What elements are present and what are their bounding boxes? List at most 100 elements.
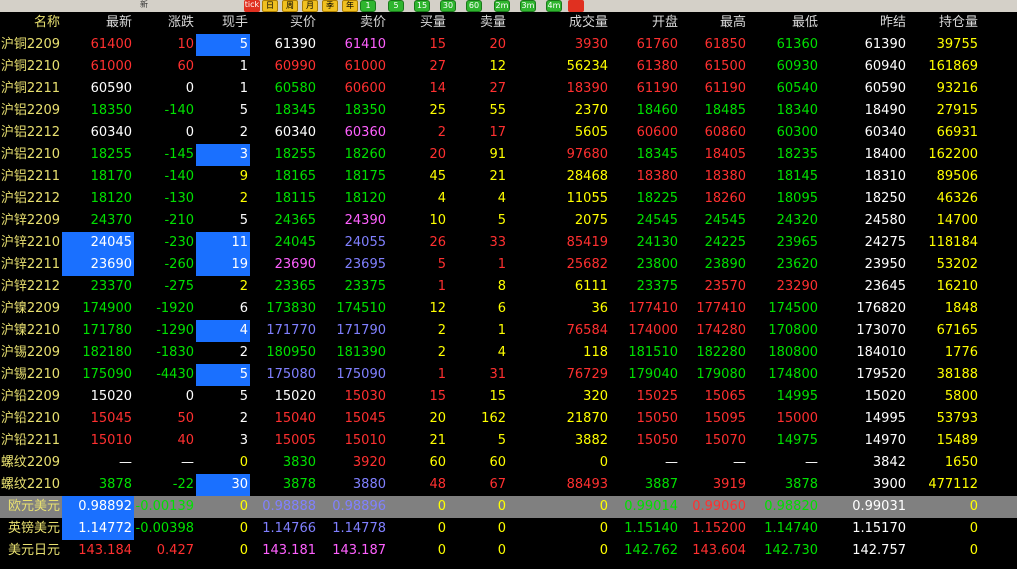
quote-cell: 3919 <box>712 477 746 492</box>
quote-cell: 1.15170 <box>852 521 906 536</box>
table-row[interactable]: 沪铜2210 61000 60 1 60990 61000 27 12 56234 61380 61… <box>0 56 1017 78</box>
column-header[interactable]: 涨跌 <box>134 12 196 34</box>
quote-cell: 143.184 <box>78 543 132 558</box>
column-header[interactable]: 昨结 <box>820 12 908 34</box>
season-icon[interactable]: 季 <box>322 0 338 12</box>
column-header[interactable]: 持仓量 <box>908 12 980 34</box>
quote-cell: 27915 <box>936 103 978 118</box>
quote-cell: 179080 <box>696 367 746 382</box>
quote-cell: 174500 <box>768 301 818 316</box>
table-row[interactable]: 沪锌2210 24045 -230 11 24045 24055 26 33 85419 2413… <box>0 232 1017 254</box>
calendar-icon[interactable] <box>568 0 584 12</box>
table-row[interactable]: 沪锌2209 24370 -210 5 24365 24390 10 5 2075 24545 24… <box>0 210 1017 232</box>
quote-cell: 76729 <box>566 367 608 382</box>
table-row[interactable]: 螺纹2209 — — 0 3830 3920 60 60 0 — — — 3842 1650 <box>0 452 1017 474</box>
table-row[interactable]: 沪镍2210 171780 -1290 4 171770 171790 2 1 76584 174… <box>0 320 1017 342</box>
new-icon[interactable]: 新 <box>136 0 152 12</box>
instrument-name: 沪铝2209 <box>0 103 60 118</box>
quote-cell: 23965 <box>776 235 818 250</box>
column-header[interactable]: 现手 <box>196 12 250 34</box>
table-row[interactable]: 沪锡2209 182180 -1830 2 180950 181390 2 4 118 18151… <box>0 342 1017 364</box>
quote-cell: 0 <box>599 543 608 558</box>
period-15-icon[interactable]: 15 <box>414 0 430 12</box>
table-row[interactable]: 螺纹2210 3878 -22 30 3878 3880 48 67 88493 3887 3919… <box>0 474 1017 496</box>
table-row[interactable]: 沪铜2209 61400 10 5 61390 61410 15 20 3930 61760 618… <box>0 34 1017 56</box>
table-row[interactable]: 沪铜2211 60590 0 1 60580 60600 14 27 18390 61190 611… <box>0 78 1017 100</box>
column-header[interactable]: 名称 <box>0 12 62 34</box>
quote-cell: 20 <box>429 411 446 426</box>
table-row[interactable]: 沪锌2212 23370 -275 2 23365 23375 1 8 6111 23375 235… <box>0 276 1017 298</box>
quote-cell: -1830 <box>156 345 194 360</box>
quote-cell: 76584 <box>566 323 608 338</box>
quote-cell: 23570 <box>704 279 746 294</box>
column-header[interactable]: 卖量 <box>448 12 508 34</box>
column-header[interactable]: 最高 <box>680 12 748 34</box>
period-60-icon[interactable]: 60 <box>466 0 482 12</box>
quote-cell: 18390 <box>566 81 608 96</box>
table-row[interactable]: 沪铝2210 18255 -145 3 18255 18260 20 91 97680 18345… <box>0 144 1017 166</box>
bar-chart-icon[interactable] <box>180 0 196 12</box>
table-row[interactable]: 沪铝2212 60340 0 2 60340 60360 2 17 5605 60600 60860… <box>0 122 1017 144</box>
table-row[interactable]: 沪锌2211 23690 -260 19 23690 23695 5 1 25682 23800 2… <box>0 254 1017 276</box>
table-row[interactable]: 沪铅2209 15020 0 5 15020 15030 15 15 320 15025 15065… <box>0 386 1017 408</box>
table-row[interactable]: 沪锡2210 175090 -4430 5 175080 175090 1 31 76729 17… <box>0 364 1017 386</box>
quote-cell: 5 <box>196 34 250 56</box>
quote-cell: 18260 <box>344 147 386 162</box>
column-header[interactable]: 卖价 <box>318 12 388 34</box>
column-header[interactable]: 买量 <box>388 12 448 34</box>
column-header[interactable]: 买价 <box>250 12 318 34</box>
table-row[interactable]: 沪铝2212 18120 -130 2 18115 18120 4 4 11055 18225 18… <box>0 188 1017 210</box>
pencil-icon[interactable] <box>70 0 86 12</box>
table-row[interactable]: 沪镍2209 174900 -1920 6 173830 174510 12 6 36 17741… <box>0 298 1017 320</box>
list-icon[interactable] <box>158 0 174 12</box>
quote-cell: 118184 <box>928 235 978 250</box>
column-header[interactable]: 最新 <box>62 12 134 34</box>
day-icon[interactable]: 日 <box>262 0 278 12</box>
year-icon[interactable]: 年 <box>342 0 358 12</box>
quote-cell: 12 <box>489 59 506 74</box>
search-icon[interactable] <box>26 0 42 12</box>
period-2m-icon[interactable]: 2m <box>494 0 510 12</box>
quote-cell: 5 <box>239 213 248 228</box>
week-icon[interactable]: 周 <box>282 0 298 12</box>
column-header[interactable]: 开盘 <box>610 12 680 34</box>
period-3m-icon[interactable]: 3m <box>520 0 536 12</box>
folder-open-icon[interactable] <box>4 0 20 12</box>
quote-cell: 174000 <box>628 323 678 338</box>
table-row[interactable]: 欧元美元 0.98892 -0.00139 0 0.98888 0.98896 0 0 0 0.9… <box>0 496 1017 518</box>
period-5-icon[interactable]: 5 <box>388 0 404 12</box>
table-row[interactable]: 沪铝2211 18170 -140 9 18165 18175 45 21 28468 18380… <box>0 166 1017 188</box>
layers-icon[interactable] <box>92 0 108 12</box>
key-icon[interactable] <box>48 0 64 12</box>
period-30-icon[interactable]: 30 <box>440 0 456 12</box>
quote-cell: 24580 <box>864 213 906 228</box>
table-row[interactable]: 美元日元 143.184 0.427 0 143.181 143.187 0 0 0 142.76… <box>0 540 1017 562</box>
quote-cell: 60 <box>489 455 506 470</box>
quote-cell: 1.14740 <box>764 521 818 536</box>
quote-cell: 12 <box>429 301 446 316</box>
quote-cell: 10 <box>177 37 194 52</box>
table-row[interactable]: 沪铅2210 15045 50 2 15040 15045 20 162 21870 15050 1… <box>0 408 1017 430</box>
month-icon[interactable]: 月 <box>302 0 318 12</box>
quote-cell: 0 <box>969 543 978 558</box>
table-row[interactable]: 英镑美元 1.14772 -0.00398 0 1.14766 1.14778 0 0 0 1.1… <box>0 518 1017 540</box>
column-header[interactable]: 成交量 <box>508 12 610 34</box>
tick-icon[interactable]: tick <box>244 0 260 12</box>
quote-cell: 3830 <box>282 455 316 470</box>
quote-cell: 56234 <box>566 59 608 74</box>
table-row[interactable]: 沪铅2211 15010 40 3 15005 15010 21 5 3882 15050 1507… <box>0 430 1017 452</box>
quote-cell: 15020 <box>274 389 316 404</box>
period-1-icon[interactable]: 1 <box>360 0 376 12</box>
pin-icon[interactable] <box>114 0 130 12</box>
quote-cell: 18115 <box>274 191 316 206</box>
quote-cell: -140 <box>164 169 194 184</box>
column-header[interactable]: 最低 <box>748 12 820 34</box>
period-4m-icon[interactable]: 4m <box>546 0 562 12</box>
quote-cell: 23800 <box>636 257 678 272</box>
quote-cell: 3882 <box>574 433 608 448</box>
quote-cell: 93216 <box>936 81 978 96</box>
quote-cell: 1 <box>239 81 248 96</box>
quote-cell: 18460 <box>636 103 678 118</box>
quote-cell: 3900 <box>872 477 906 492</box>
table-row[interactable]: 沪铝2209 18350 -140 5 18345 18350 25 55 2370 18460 1… <box>0 100 1017 122</box>
